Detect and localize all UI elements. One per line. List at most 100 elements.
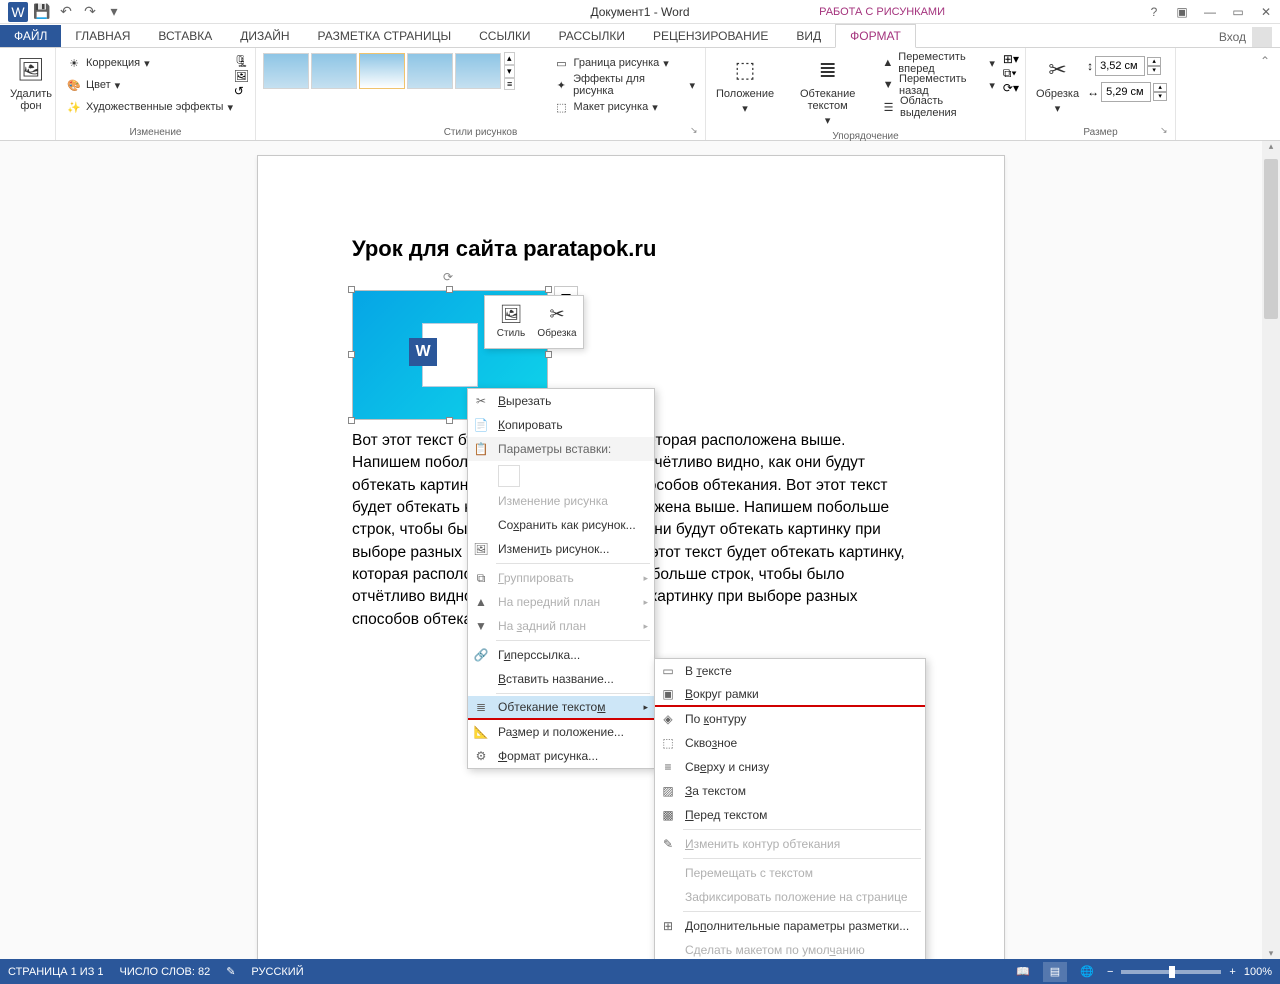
mini-style-button[interactable]: 🖼Стиль [489, 300, 533, 344]
close-button[interactable]: ✕ [1252, 0, 1280, 24]
group-objects-button[interactable]: ⧉▾ [1003, 66, 1019, 81]
pic-layout-button[interactable]: ⬚Макет рисунка ▾ [549, 96, 699, 118]
view-read-icon[interactable]: 📖 [1011, 962, 1035, 982]
ctx-wrap-text[interactable]: ≣Обтекание текстом▸ [468, 696, 654, 720]
tab-format[interactable]: ФОРМАТ [835, 24, 916, 48]
width-input[interactable] [1101, 82, 1151, 102]
rotate-button[interactable]: ⟳▾ [1003, 81, 1019, 95]
ctx-insert-caption[interactable]: Вставить название... [468, 667, 654, 691]
wrap-button[interactable]: ≣Обтекание текстом▾ [782, 52, 873, 129]
tab-design[interactable]: ДИЗАЙН [226, 25, 303, 47]
corrections-button[interactable]: ☀Коррекция ▾ [62, 52, 154, 74]
ribbon-display-button[interactable]: ▣ [1168, 0, 1196, 24]
zoom-value[interactable]: 100% [1244, 966, 1272, 978]
ctx-change-pic[interactable]: 🖼Изменить рисунок... [468, 537, 654, 561]
word-icon[interactable]: W [8, 2, 28, 22]
pic-style-4[interactable] [407, 53, 453, 89]
height-input[interactable] [1095, 56, 1145, 76]
tab-insert[interactable]: ВСТАВКА [144, 25, 226, 47]
scrollbar-thumb[interactable] [1264, 159, 1278, 319]
wrap-topbottom[interactable]: ≡Сверху и снизу [655, 755, 925, 779]
collapse-ribbon-icon[interactable]: ⌃ [1260, 54, 1270, 68]
restore-button[interactable]: ▭ [1224, 0, 1252, 24]
pic-style-2[interactable] [311, 53, 357, 89]
bring-forward-button[interactable]: ▲Переместить вперед ▾ [877, 52, 999, 74]
artistic-button[interactable]: ✨Художественные эффекты ▾ [62, 96, 237, 118]
pic-border-button[interactable]: ▭Граница рисунка ▾ [549, 52, 699, 74]
reset-pic-icon[interactable]: ↺ [234, 84, 249, 98]
tab-references[interactable]: ССЫЛКИ [465, 25, 544, 47]
crop-button[interactable]: ✂Обрезка▾ [1032, 52, 1083, 117]
ctx-size-pos[interactable]: 📐Размер и положение... [468, 720, 654, 744]
compress-pic-icon[interactable]: 🗜 [234, 54, 249, 68]
ctx-hyperlink[interactable]: 🔗Гиперссылка... [468, 643, 654, 667]
mini-crop-button[interactable]: ✂Обрезка [535, 300, 579, 344]
pic-style-3[interactable] [359, 53, 405, 89]
pic-style-5[interactable] [455, 53, 501, 89]
save-button[interactable]: 💾 [32, 2, 52, 22]
wrap-inline[interactable]: ▭В тексте [655, 659, 925, 683]
rotate-handle[interactable]: ⟳ [443, 270, 457, 284]
login-link[interactable]: Вход [1219, 30, 1246, 44]
resize-handle-t[interactable] [446, 286, 453, 293]
ctx-cut[interactable]: ✂Вырезать [468, 389, 654, 413]
wrap-infront[interactable]: ▩Перед текстом [655, 803, 925, 827]
view-web-icon[interactable]: 🌐 [1075, 962, 1099, 982]
zoom-slider[interactable] [1121, 970, 1221, 974]
resize-handle-b[interactable] [446, 417, 453, 424]
resize-handle-tr[interactable] [545, 286, 552, 293]
size-launcher[interactable]: ↘ [1160, 125, 1172, 137]
status-page[interactable]: СТРАНИЦА 1 ИЗ 1 [8, 966, 104, 978]
minimize-button[interactable]: — [1196, 0, 1224, 24]
paste-option-1[interactable] [498, 465, 520, 487]
tab-file[interactable]: ФАЙЛ [0, 25, 61, 47]
zoom-in[interactable]: + [1229, 966, 1235, 978]
redo-button[interactable]: ↷ [80, 2, 100, 22]
pic-style-1[interactable] [263, 53, 309, 89]
qat-more[interactable]: ▾ [104, 2, 124, 22]
status-proof-icon[interactable]: ✎ [226, 965, 235, 978]
status-words[interactable]: ЧИСЛО СЛОВ: 82 [120, 966, 211, 978]
wrap-through[interactable]: ⬚Сквозное [655, 731, 925, 755]
change-pic-icon[interactable]: 🖼 [234, 69, 249, 83]
color-button[interactable]: 🎨Цвет ▾ [62, 74, 124, 96]
style-scroll-up[interactable]: ▴ [504, 52, 515, 65]
position-button[interactable]: ⬚Положение▾ [712, 52, 778, 117]
tab-home[interactable]: ГЛАВНАЯ [61, 25, 144, 47]
tab-view[interactable]: ВИД [782, 25, 835, 47]
ctx-save-as-pic[interactable]: Сохранить как рисунок... [468, 513, 654, 537]
zoom-out[interactable]: − [1107, 966, 1113, 978]
styles-launcher[interactable]: ↘ [690, 125, 702, 137]
width-up[interactable]: ▴ [1153, 83, 1167, 92]
resize-handle-r[interactable] [545, 351, 552, 358]
width-icon: ↔ [1087, 85, 1099, 99]
pic-effects-button[interactable]: ✦Эффекты для рисунка ▾ [549, 74, 699, 96]
wrap-square[interactable]: ▣Вокруг рамки [655, 683, 925, 707]
resize-handle-l[interactable] [348, 351, 355, 358]
status-lang[interactable]: РУССКИЙ [251, 966, 303, 978]
selection-pane-button[interactable]: ☰Область выделения [877, 96, 999, 118]
vertical-scrollbar[interactable]: ▴ ▾ [1262, 141, 1280, 959]
wrap-behind[interactable]: ▨За текстом [655, 779, 925, 803]
height-down[interactable]: ▾ [1147, 66, 1161, 75]
style-scroll-down[interactable]: ▾ [504, 65, 515, 78]
send-backward-button[interactable]: ▼Переместить назад ▾ [877, 74, 999, 96]
width-down[interactable]: ▾ [1153, 92, 1167, 101]
ctx-copy[interactable]: 📄Копировать [468, 413, 654, 437]
tab-mailings[interactable]: РАССЫЛКИ [545, 25, 639, 47]
tab-layout[interactable]: РАЗМЕТКА СТРАНИЦЫ [304, 25, 466, 47]
height-up[interactable]: ▴ [1147, 57, 1161, 66]
undo-button[interactable]: ↶ [56, 2, 76, 22]
wrap-tight[interactable]: ◈По контуру [655, 707, 925, 731]
ctx-format-pic[interactable]: ⚙Формат рисунка... [468, 744, 654, 768]
wrap-more-layout[interactable]: ⊞Дополнительные параметры разметки... [655, 914, 925, 938]
style-more[interactable]: ≡ [504, 78, 515, 90]
tab-review[interactable]: РЕЦЕНЗИРОВАНИЕ [639, 25, 782, 47]
remove-bg-button[interactable]: 🖼 Удалить фон [6, 52, 56, 114]
help-button[interactable]: ? [1140, 0, 1168, 24]
avatar-icon[interactable] [1252, 27, 1272, 47]
resize-handle-bl[interactable] [348, 417, 355, 424]
resize-handle-tl[interactable] [348, 286, 355, 293]
view-print-icon[interactable]: ▤ [1043, 962, 1067, 982]
align-button[interactable]: ⊞▾ [1003, 52, 1019, 66]
